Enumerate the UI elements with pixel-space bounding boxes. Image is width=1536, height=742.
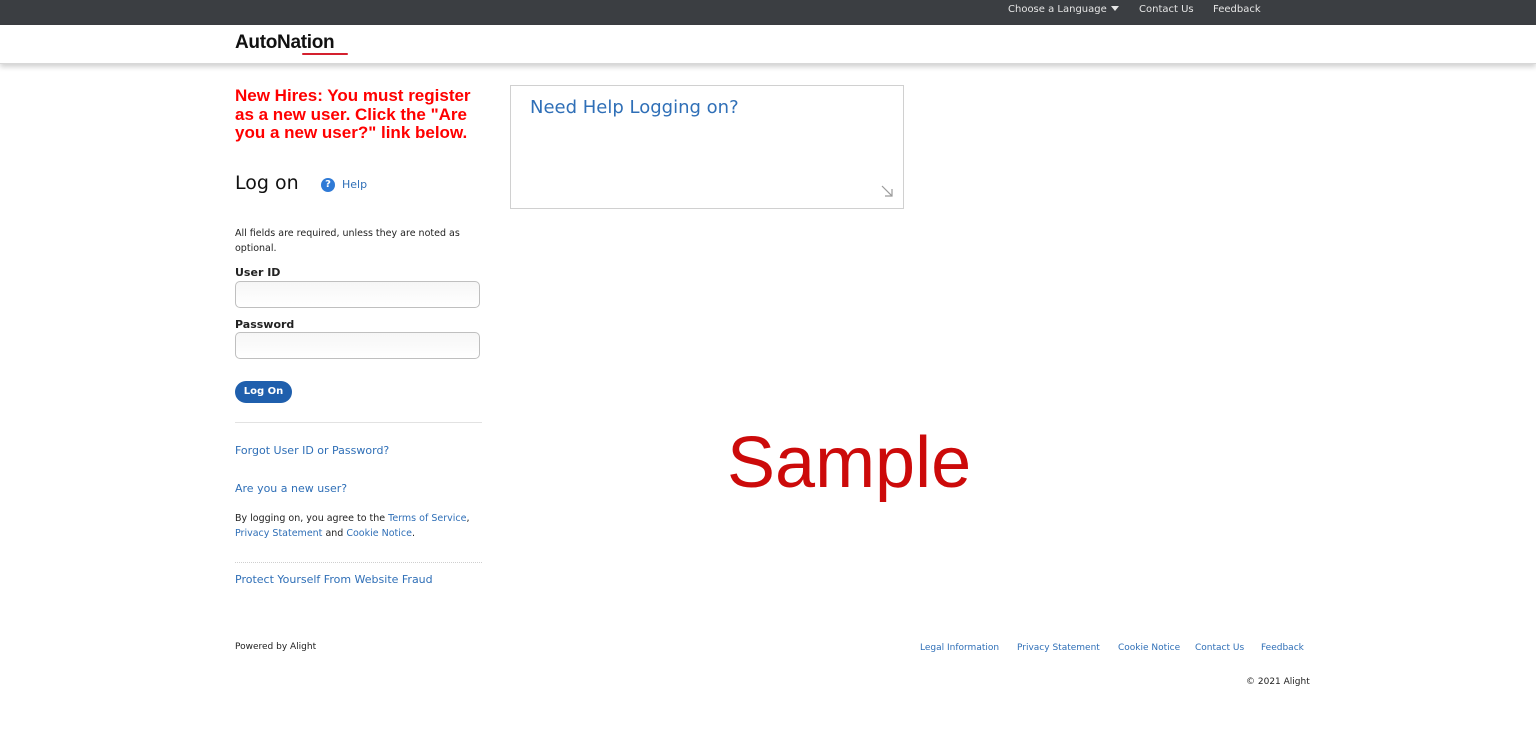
agree-prefix: By logging on, you agree to the xyxy=(235,513,389,524)
logo-accent-swoosh xyxy=(302,53,348,55)
copyright-text: © 2021 Alight xyxy=(1246,677,1310,687)
user-id-label: User ID xyxy=(235,266,281,279)
expand-arrow-icon[interactable] xyxy=(880,184,894,198)
help-icon[interactable]: ? xyxy=(321,178,335,192)
agree-period: . xyxy=(411,528,415,539)
agree-and: and xyxy=(322,528,347,539)
footer-cookie-link[interactable]: Cookie Notice xyxy=(1118,643,1180,653)
password-label: Password xyxy=(235,318,295,331)
footer-legal-link[interactable]: Legal Information xyxy=(920,643,999,653)
terms-agreement-text: By logging on, you agree to the Terms of… xyxy=(235,511,485,541)
website-fraud-link[interactable]: Protect Yourself From Website Fraud xyxy=(235,573,433,586)
caret-down-icon xyxy=(1110,6,1119,11)
feedback-link-top[interactable]: Feedback xyxy=(1213,4,1261,15)
log-on-button[interactable]: Log On xyxy=(235,381,292,403)
language-label: Choose a Language xyxy=(1008,4,1107,15)
language-selector[interactable]: Choose a Language xyxy=(1008,4,1119,15)
cookie-notice-link[interactable]: Cookie Notice xyxy=(346,528,412,539)
footer-feedback-link[interactable]: Feedback xyxy=(1261,643,1304,653)
page-title: Log on xyxy=(235,172,299,194)
autonation-logo[interactable]: AutoNation xyxy=(235,32,335,54)
privacy-statement-link[interactable]: Privacy Statement xyxy=(235,528,322,539)
required-fields-note: All fields are required, unless they are… xyxy=(235,228,460,254)
forgot-credentials-link[interactable]: Forgot User ID or Password? xyxy=(235,444,389,457)
agree-comma: , xyxy=(466,513,470,524)
new-user-link[interactable]: Are you a new user? xyxy=(235,482,347,495)
contact-us-link-top[interactable]: Contact Us xyxy=(1139,4,1194,15)
divider xyxy=(235,422,482,423)
help-link[interactable]: Help xyxy=(342,178,367,191)
powered-by-text: Powered by Alight xyxy=(235,642,317,652)
footer-contact-link[interactable]: Contact Us xyxy=(1195,643,1244,653)
site-header: AutoNation xyxy=(0,25,1536,64)
terms-of-service-link[interactable]: Terms of Service xyxy=(388,513,466,524)
footer-privacy-link[interactable]: Privacy Statement xyxy=(1017,643,1100,653)
sample-watermark: Sample xyxy=(727,423,972,503)
password-input[interactable] xyxy=(235,332,480,359)
dotted-divider xyxy=(235,562,482,563)
help-panel-title[interactable]: Need Help Logging on? xyxy=(530,97,739,118)
help-panel[interactable]: Need Help Logging on? xyxy=(510,85,904,209)
top-utility-bar: Choose a Language Contact Us Feedback xyxy=(0,0,1536,25)
user-id-input[interactable] xyxy=(235,281,480,308)
new-hire-notice: New Hires: You must register as a new us… xyxy=(235,86,471,142)
